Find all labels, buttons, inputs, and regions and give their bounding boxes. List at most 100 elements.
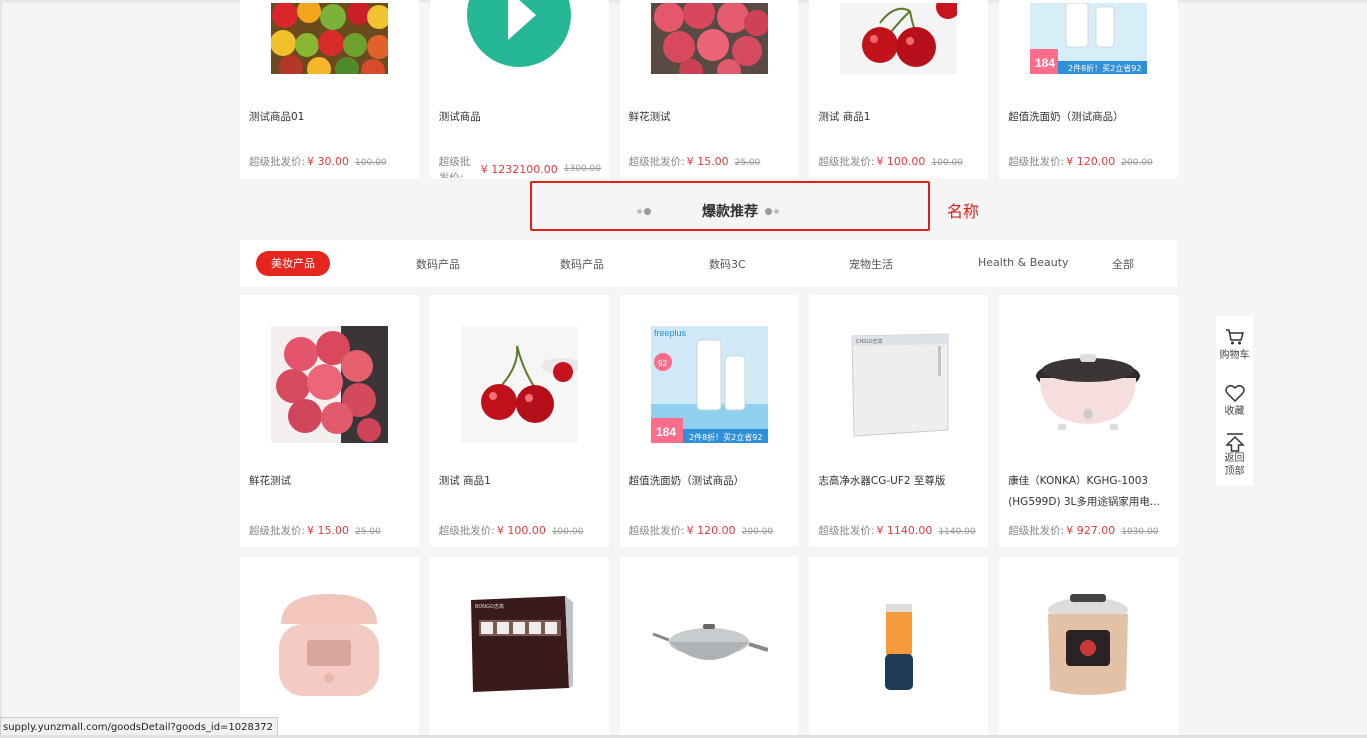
tab-digital[interactable]: 数码产品 (416, 256, 460, 272)
price-label: 超级批发价: (628, 156, 685, 168)
product-price: 超级批发价: ¥ 15.00 25.00 (249, 523, 417, 538)
original-price: 200.00 (1121, 158, 1153, 168)
electric-pot-image[interactable] (1030, 326, 1148, 443)
current-price: ¥ 927.00 (1066, 524, 1116, 537)
current-price: ¥ 30.00 (307, 155, 350, 168)
product-card[interactable]: 测试商品 超级批发价: ¥ 1232100.00 1300.00 (429, 0, 609, 178)
cart-icon (1225, 329, 1244, 345)
price-label: 超级批发价: (249, 156, 306, 168)
product-name[interactable]: 鲜花测试 (249, 471, 411, 492)
original-price: 1300.00 (563, 164, 601, 174)
tab-health-beauty[interactable]: Health & Beauty (978, 256, 1069, 269)
product-name[interactable]: 志高净水器CG-UF2 至尊版 (818, 471, 980, 492)
original-price: 25.00 (355, 527, 381, 537)
product-card[interactable]: 测试 商品1 超级批发价: ¥ 100.00 100.00 (429, 295, 609, 546)
section-header-highlight: 爆款推荐 (530, 181, 930, 231)
product-card[interactable]: 测试商品01 超级批发价: ¥ 30.00 100.00 (240, 0, 419, 178)
product-price: 超级批发价: ¥ 1140.00 1140.00 (818, 523, 986, 538)
price-label: 超级批发价: (249, 525, 306, 537)
favorite-label: 收藏 (1224, 406, 1245, 417)
product-card[interactable]: 测试 商品1 超级批发价: ¥ 100.00 100.00 (809, 0, 989, 178)
flowers-image[interactable] (650, 3, 768, 74)
product-card[interactable] (809, 557, 989, 735)
wok-image[interactable] (650, 588, 768, 705)
floating-sidebar: 购物车 收藏 返回 顶部 (1216, 316, 1253, 486)
recommended-product-row: 鲜花测试 超级批发价: ¥ 15.00 25.00 测试 商品1 超级批发价: ¥ 1… (240, 295, 1178, 546)
original-price: 200.00 (741, 527, 774, 537)
original-price: 1030.00 (1121, 527, 1159, 537)
cleanser-image[interactable]: 184 2件8折！买2立省92 (1030, 3, 1148, 74)
product-card[interactable] (240, 557, 419, 735)
price-label: 超级批发价: (438, 156, 471, 178)
product-price: 超级批发价: ¥ 120.00 200.00 (1008, 154, 1176, 169)
play-icon[interactable] (461, 0, 578, 72)
original-price: 100.00 (355, 158, 387, 168)
product-name[interactable]: 超值洗面奶（测试商品） (629, 471, 791, 492)
product-name[interactable]: 测试商品 (439, 107, 601, 128)
tab-digital-3c[interactable]: 数码3C (709, 256, 746, 272)
back-top-label-1: 返回 (1224, 453, 1245, 464)
purifier-brand-text: CHIGO志高 (856, 338, 883, 345)
product-name[interactable]: 鲜花测试 (629, 107, 791, 128)
current-price: ¥ 1232100.00 (480, 163, 558, 176)
product-card[interactable]: freeplus 92 184 2件8折！买2立省92 超值洗面奶（测试商品） … (619, 295, 799, 546)
product-price: 超级批发价: ¥ 15.00 25.00 (629, 154, 797, 169)
current-price: ¥ 120.00 (686, 524, 736, 537)
rice-cooker-image[interactable] (271, 588, 388, 705)
product-price: 超级批发价: ¥ 927.00 1030.00 (1008, 523, 1176, 538)
product-price: 超级批发价: ¥ 100.00 100.00 (818, 154, 986, 169)
current-price: ¥ 120.00 (1066, 155, 1116, 168)
category-tabs: 美妆产品 数码产品 数码产品 数码3C 宠物生活 Health & Beauty… (240, 240, 1177, 287)
product-card[interactable]: BONGO志高 (429, 557, 609, 735)
fruits-image[interactable] (271, 3, 388, 74)
product-card[interactable]: 鲜花测试 超级批发价: ¥ 15.00 25.00 (619, 0, 799, 178)
product-card[interactable]: 184 2件8折！买2立省92 超值洗面奶（测试商品） 超级批发价: ¥ 120.… (999, 0, 1178, 178)
original-price: 100.00 (931, 158, 963, 168)
product-name[interactable]: 测试 商品1 (439, 471, 601, 492)
product-card[interactable]: CHIGO志高 志高净水器CG-UF2 至尊版 超级批发价: ¥ 1140.00 1… (809, 295, 989, 546)
pressure-cooker-image[interactable] (1030, 588, 1148, 705)
water-filter-image[interactable]: BONGO志高 (460, 588, 578, 705)
current-price: ¥ 100.00 (876, 155, 926, 168)
water-purifier-image[interactable]: CHIGO志高 (840, 326, 958, 443)
product-name[interactable]: 测试商品01 (249, 107, 411, 128)
original-price: 100.00 (551, 527, 584, 537)
current-price: ¥ 100.00 (496, 524, 546, 537)
bottom-product-row: BONGO志高 (240, 557, 1178, 735)
cleanser-image[interactable]: freeplus 92 184 2件8折！买2立省92 (650, 326, 768, 443)
cherries-image[interactable] (460, 326, 578, 443)
cleanser-promo-text: 2件8折！买2立省92 (1068, 63, 1141, 73)
tab-all[interactable]: 全部 (1112, 256, 1134, 272)
right-dots-icon (765, 208, 781, 216)
price-label: 超级批发价: (1008, 525, 1065, 537)
juicer-image[interactable] (840, 588, 958, 705)
current-price: ¥ 15.00 (686, 155, 729, 168)
product-card[interactable] (999, 557, 1178, 735)
cherries-image[interactable] (840, 3, 958, 74)
cleanser-promo-text: 2件8折！买2立省92 (689, 432, 762, 442)
product-price: 超级批发价: ¥ 30.00 100.00 (249, 154, 417, 169)
product-name[interactable]: 测试 商品1 (818, 107, 980, 128)
cleanser-badge-text: 92 (658, 359, 667, 368)
tab-beauty[interactable]: 美妆产品 (256, 251, 330, 276)
arrow-up-icon (1224, 433, 1245, 452)
top-product-row: 测试商品01 超级批发价: ¥ 30.00 100.00 测试商品 超级批发价:¥ … (240, 0, 1178, 178)
product-card[interactable] (619, 557, 799, 735)
tab-pets[interactable]: 宠物生活 (849, 256, 893, 272)
favorite-button[interactable]: 收藏 (1216, 384, 1253, 417)
product-card[interactable]: 康佳（KONKA）KGHG-1003 (HG599D) 3L多用途锅家用电...… (999, 295, 1178, 546)
price-label: 超级批发价: (818, 525, 875, 537)
back-top-label-2: 顶部 (1224, 466, 1245, 477)
flowers-image[interactable] (271, 326, 388, 443)
product-price: 超级批发价: ¥ 120.00 200.00 (629, 523, 797, 538)
price-label: 超级批发价: (818, 156, 875, 168)
product-name[interactable]: 超值洗面奶（测试商品） (1008, 107, 1170, 128)
product-card[interactable]: 鲜花测试 超级批发价: ¥ 15.00 25.00 (240, 295, 419, 546)
cart-button[interactable]: 购物车 (1216, 328, 1253, 361)
current-price: ¥ 1140.00 (876, 524, 933, 537)
product-name[interactable]: 康佳（KONKA）KGHG-1003 (HG599D) 3L多用途锅家用电... (1008, 471, 1170, 513)
cleanser-price-text: 184 (1035, 56, 1055, 70)
tab-digital-2[interactable]: 数码产品 (560, 256, 604, 272)
back-to-top-button[interactable]: 返回 顶部 (1216, 432, 1253, 478)
product-price: 超级批发价: ¥ 1232100.00 1300.00 (439, 154, 604, 178)
